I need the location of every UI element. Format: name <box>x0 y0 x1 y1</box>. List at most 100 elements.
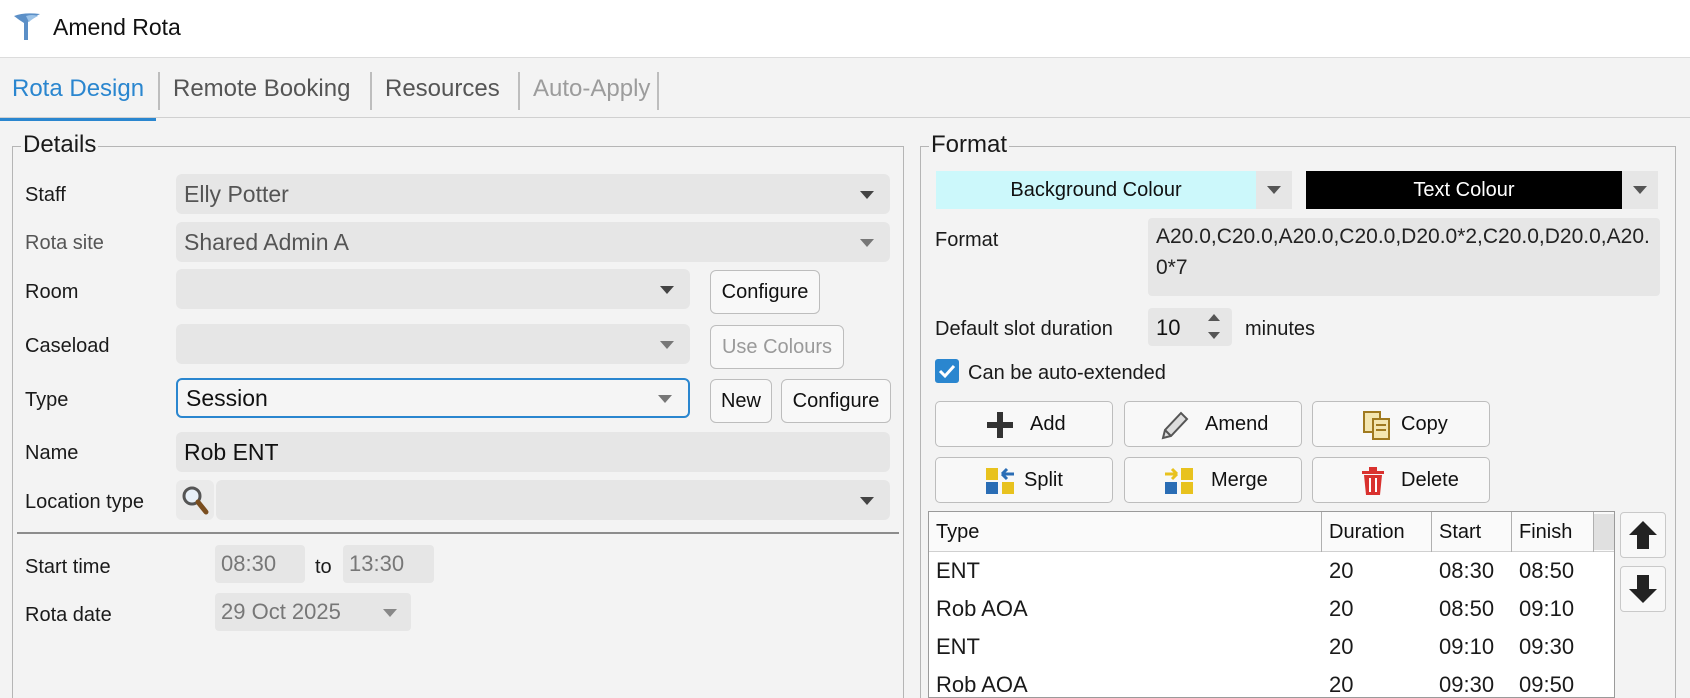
checkmark-icon <box>938 364 956 379</box>
plus-icon <box>987 412 1013 438</box>
tab-separator <box>518 72 520 110</box>
tab-rota-design[interactable]: Rota Design <box>0 72 157 121</box>
new-type-button[interactable]: New <box>710 379 772 423</box>
arrow-up-icon <box>1629 521 1657 549</box>
merge-button-label: Merge <box>1211 469 1268 491</box>
amend-button[interactable]: Amend <box>1124 401 1302 447</box>
split-icon <box>986 467 1014 494</box>
type-configure-button[interactable]: Configure <box>781 379 891 423</box>
details-divider <box>17 532 899 534</box>
window-title: Amend Rota <box>53 14 181 40</box>
column-header-type[interactable]: Type <box>929 512 1322 552</box>
amend-button-label: Amend <box>1205 413 1269 435</box>
cell-duration: 20 <box>1329 672 1354 697</box>
format-textarea[interactable]: A20.0,C20.0,A20.0,C20.0,D20.0*2,C20.0,D2… <box>1148 218 1660 296</box>
cell-finish: 09:50 <box>1519 672 1575 697</box>
copy-button[interactable]: Copy <box>1312 401 1490 447</box>
slot-grid[interactable]: Type Duration Start Finish ENT 20 08:30 … <box>928 511 1615 698</box>
staff-dropdown[interactable]: Elly Potter <box>176 174 890 214</box>
pencil-icon <box>1161 411 1189 440</box>
type-dropdown[interactable]: Session <box>176 378 690 418</box>
spinner-up-icon[interactable] <box>1208 314 1220 321</box>
cell-finish: 09:30 <box>1519 634 1575 659</box>
merge-button[interactable]: Merge <box>1124 457 1302 503</box>
chevron-down-icon <box>660 286 674 294</box>
tab-separator <box>370 72 372 110</box>
move-up-button[interactable] <box>1620 512 1666 558</box>
rota-date-label: Rota date <box>25 604 112 626</box>
grid-header: Type Duration Start Finish <box>929 512 1614 552</box>
caseload-label: Caseload <box>25 335 110 357</box>
split-button[interactable]: Split <box>935 457 1113 503</box>
tab-separator <box>657 72 659 110</box>
default-slot-spinner[interactable]: 10 <box>1148 308 1232 346</box>
cell-start: 08:50 <box>1439 596 1495 621</box>
move-down-button[interactable] <box>1620 566 1666 612</box>
delete-button-label: Delete <box>1401 469 1459 491</box>
cell-type: Rob AOA <box>936 596 1028 621</box>
copy-icon <box>1363 411 1390 440</box>
location-type-dropdown[interactable] <box>216 480 890 520</box>
default-slot-unit: minutes <box>1245 318 1316 340</box>
chevron-down-icon <box>860 497 874 505</box>
table-row[interactable]: ENT 20 08:30 08:50 <box>929 552 1614 590</box>
background-colour-dropdown[interactable] <box>1256 171 1292 209</box>
location-search-button[interactable] <box>176 480 214 520</box>
tab-bar: Rota Design Remote Booking Resources Aut… <box>0 60 1690 121</box>
cell-duration: 20 <box>1329 634 1354 659</box>
name-label: Name <box>25 442 79 464</box>
rota-date-picker[interactable]: 29 Oct 2025 <box>215 593 411 631</box>
magnifier-icon <box>182 486 209 515</box>
cell-type: ENT <box>936 558 980 583</box>
auto-extend-label: Can be auto-extended <box>968 362 1166 384</box>
text-colour-button[interactable]: Text Colour <box>1306 171 1622 209</box>
column-header-start[interactable]: Start <box>1432 512 1512 552</box>
trash-icon <box>1362 467 1384 495</box>
tab-resources[interactable]: Resources <box>373 72 512 106</box>
tab-remote-booking[interactable]: Remote Booking <box>161 72 362 106</box>
cell-duration: 20 <box>1329 558 1354 583</box>
format-legend: Format <box>929 131 1010 159</box>
room-dropdown[interactable] <box>176 269 690 309</box>
location-type-label: Location type <box>25 491 144 513</box>
details-legend: Details <box>21 131 99 159</box>
grid-scroll-corner <box>1594 514 1614 550</box>
chevron-down-icon <box>1267 186 1281 194</box>
start-time-to-input[interactable]: 13:30 <box>343 545 434 583</box>
cell-type: ENT <box>936 634 980 659</box>
spinner-down-icon[interactable] <box>1208 332 1220 339</box>
copy-button-label: Copy <box>1401 413 1448 435</box>
tab-separator <box>158 72 160 110</box>
cell-duration: 20 <box>1329 596 1354 621</box>
background-colour-button[interactable]: Background Colour <box>936 171 1256 209</box>
default-slot-value: 10 <box>1156 315 1181 340</box>
tab-auto-apply[interactable]: Auto-Apply <box>521 72 662 106</box>
cell-start: 08:30 <box>1439 558 1495 583</box>
rota-site-value: Shared Admin A <box>184 229 349 255</box>
chevron-down-icon <box>860 191 874 199</box>
cell-start: 09:10 <box>1439 634 1495 659</box>
staff-label: Staff <box>25 184 66 206</box>
cell-finish: 09:10 <box>1519 596 1575 621</box>
text-colour-dropdown[interactable] <box>1622 171 1658 209</box>
app-logo-icon <box>14 13 40 41</box>
chevron-down-icon <box>860 239 874 247</box>
table-row[interactable]: Rob AOA 20 08:50 09:10 <box>929 590 1614 628</box>
column-header-duration[interactable]: Duration <box>1322 512 1432 552</box>
cell-type: Rob AOA <box>936 672 1028 697</box>
caseload-dropdown[interactable] <box>176 324 690 364</box>
table-row[interactable]: Rob AOA 20 09:30 09:50 <box>929 666 1614 697</box>
column-header-finish[interactable]: Finish <box>1512 512 1594 552</box>
name-input[interactable]: Rob ENT <box>176 432 890 472</box>
type-value: Session <box>186 385 268 411</box>
auto-extend-checkbox[interactable] <box>935 359 959 383</box>
default-slot-label: Default slot duration <box>935 318 1113 340</box>
use-colours-button[interactable]: Use Colours <box>710 325 844 369</box>
table-row[interactable]: ENT 20 09:10 09:30 <box>929 628 1614 666</box>
start-time-from-input[interactable]: 08:30 <box>215 545 305 583</box>
rota-site-dropdown[interactable]: Shared Admin A <box>176 222 890 262</box>
room-configure-button[interactable]: Configure <box>710 270 820 314</box>
type-label: Type <box>25 389 69 411</box>
delete-button[interactable]: Delete <box>1312 457 1490 503</box>
add-button[interactable]: Add <box>935 401 1113 447</box>
